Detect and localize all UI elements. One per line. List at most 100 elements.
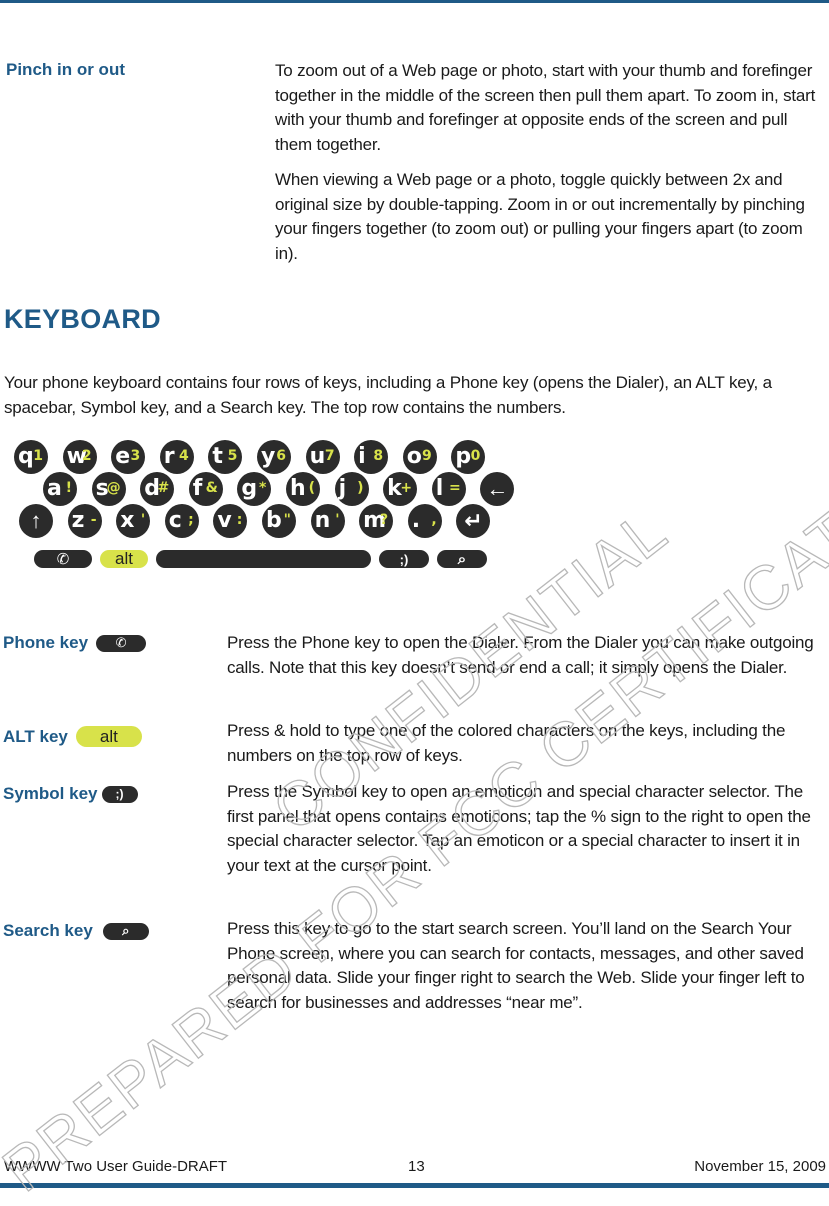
key-alt-char: "	[283, 512, 291, 528]
alt-key-icon: alt	[75, 726, 142, 747]
key-primary-char: y	[260, 444, 276, 469]
keyboard-key: j)	[334, 472, 369, 506]
keyboard-key: r4	[159, 440, 194, 474]
key-alt-char: 4	[179, 448, 189, 464]
key-primary-char: o	[406, 444, 422, 469]
key-alt-char: ;	[188, 512, 194, 528]
gesture-description-2: When viewing a Web page or a photo, togg…	[275, 170, 805, 263]
key-alt-char: 1	[33, 448, 43, 464]
keyboard-key: s @	[91, 472, 126, 506]
key-alt-char: -	[90, 512, 97, 528]
key-alt-char: '	[335, 512, 340, 528]
keyboard-key: l =	[431, 472, 466, 506]
search-icon: ⌕	[457, 550, 467, 568]
phone-icon: ✆	[96, 634, 147, 652]
keyboard-key: u7	[305, 440, 340, 474]
key-alt-char: 7	[324, 448, 335, 464]
header-rule	[0, 0, 829, 3]
key-primary-char: p	[455, 444, 472, 469]
keyboard-key: g *	[237, 472, 272, 506]
keyboard-key: h(	[285, 472, 320, 506]
search-key: ⌕	[437, 550, 487, 568]
key-primary-char: b	[265, 508, 282, 533]
key-primary-char: c	[168, 508, 182, 533]
key-name: Symbol key	[3, 784, 98, 803]
key-alt-char: +	[400, 480, 413, 496]
key-primary-char: e	[115, 444, 131, 469]
key-alt-char: ,	[431, 512, 437, 528]
keyboard-row-1: q1 w2 e3 r4 t5 y6 u7 i8 o9 p0	[14, 440, 500, 474]
alt-key: alt	[100, 549, 148, 568]
key-name: Phone key	[3, 633, 89, 652]
keyboard-key: n '	[310, 504, 345, 538]
key-arrow-icon: ↵	[464, 508, 483, 533]
key-name: Search key	[3, 921, 93, 940]
phone-key-label: Phone key ✆	[3, 633, 147, 653]
footer-rule	[0, 1183, 829, 1188]
symbol-key-icon: ;)	[101, 785, 138, 803]
key-alt-char: )	[357, 480, 364, 496]
alt-key-description: Press & hold to type one of the colored …	[227, 721, 786, 765]
key-primary-char: x	[120, 508, 135, 533]
keyboard-key: p0	[451, 440, 486, 474]
key-alt-char: *	[259, 480, 267, 496]
key-alt-char: 5	[227, 448, 238, 464]
keyboard-key: e3	[111, 440, 146, 474]
keyboard-key: m?	[359, 504, 394, 538]
keyboard-key: c;	[164, 504, 199, 538]
section-heading: KEYBOARD	[4, 304, 161, 334]
keyboard-key: t5	[208, 440, 243, 474]
phone-key-description: Press the Phone key to open the Dialer. …	[227, 633, 814, 677]
keyboard-key: i8	[354, 440, 389, 474]
key-primary-char: l	[435, 476, 444, 501]
key-alt-char: !	[65, 480, 72, 496]
keyboard-key: k +	[383, 472, 418, 506]
spacebar	[156, 550, 371, 568]
key-name: ALT key	[3, 726, 68, 746]
symbol-key-description: Press the Symbol key to open an emoticon…	[227, 782, 811, 875]
footer-date: November 15, 2009	[694, 1158, 826, 1175]
keyboard-key: o9	[402, 440, 437, 474]
key-alt-char: 9	[422, 448, 432, 464]
gesture-label: Pinch in or out	[6, 60, 125, 79]
key-primary-char: q	[18, 444, 34, 469]
keyboard-key: x '	[116, 504, 151, 538]
keyboard-key: q1	[14, 440, 48, 474]
key-alt-char: ?	[380, 512, 389, 528]
key-alt-char: @	[106, 480, 121, 496]
key-primary-char: j	[338, 476, 347, 501]
alt-key-label: ALT key alt	[3, 726, 142, 747]
key-alt-char: 8	[373, 448, 384, 464]
gesture-description: To zoom out of a Web page or photo, star…	[275, 61, 816, 154]
keyboard-key: d #	[140, 472, 175, 506]
keyboard-key: f &	[188, 472, 223, 506]
phone-icon: ✆	[56, 551, 70, 568]
key-alt-char: 6	[276, 448, 286, 464]
key-alt-char: &	[205, 480, 218, 496]
key-primary-char: r	[163, 444, 175, 469]
key-alt-char: :	[236, 512, 243, 528]
alt-key-label: alt	[115, 549, 133, 568]
key-alt-char: '	[140, 512, 146, 528]
keyboard-key: a!	[43, 472, 77, 506]
key-alt-char: 0	[470, 448, 481, 464]
key-primary-char: f	[192, 476, 203, 501]
phone-key: ✆	[34, 550, 92, 568]
keyboard-key: v:	[213, 504, 248, 538]
search-key-description: Press this key to go to the start search…	[227, 919, 805, 1012]
key-alt-char: 3	[130, 448, 141, 464]
keyboard-key: z-	[67, 504, 102, 538]
key-primary-char: g	[241, 476, 258, 501]
keyboard-key: b "	[261, 504, 296, 538]
footer-document-title: WWWW Two User Guide-DRAFT	[4, 1158, 228, 1175]
key-primary-char: z	[71, 508, 85, 533]
key-primary-char: a	[47, 476, 62, 501]
keyboard-row-2: a! s @ d # f & g * h(j) k + l = ←	[43, 472, 529, 506]
key-alt-char: (	[308, 480, 315, 496]
key-alt-char: #	[157, 480, 170, 496]
symbol-key-label: Symbol key ;)	[3, 784, 138, 804]
keyboard-key: w2	[62, 440, 97, 474]
keyboard-key: ←	[480, 472, 515, 506]
keyboard-row-4: ✆ alt ;) ⌕	[34, 549, 495, 568]
keyboard-key: ↑	[19, 504, 53, 538]
